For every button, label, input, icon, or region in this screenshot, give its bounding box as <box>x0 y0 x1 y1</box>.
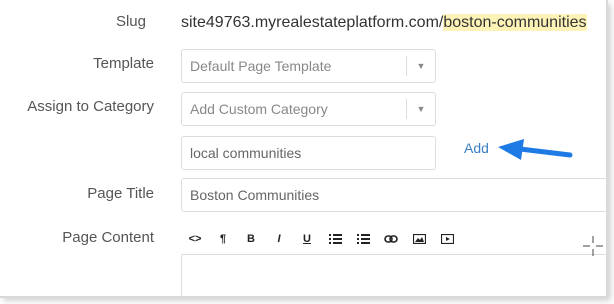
image-icon <box>412 234 426 244</box>
page-title-input[interactable]: Boston Communities <box>181 178 606 212</box>
italic-button[interactable]: I <box>265 227 293 251</box>
slug-path-highlight: boston-communities <box>443 14 587 31</box>
category-select[interactable]: Add Custom Category ▼ <box>181 92 436 126</box>
crosshair-cursor-icon <box>583 236 603 256</box>
paragraph-button[interactable]: ¶ <box>209 227 237 251</box>
template-label: Template <box>93 55 154 72</box>
code-view-button[interactable]: <> <box>181 227 209 251</box>
category-select-value: Add Custom Category <box>190 101 328 117</box>
slug-domain: site49763.myrealestateplatform.com/ <box>181 14 444 31</box>
bullet-list-icon <box>328 234 342 244</box>
page-content-editor[interactable] <box>181 254 606 296</box>
page-content-label: Page Content <box>62 229 154 246</box>
bold-button[interactable]: B <box>237 227 265 251</box>
slug-value: site49763.myrealestateplatform.com/bosto… <box>181 14 587 32</box>
chevron-down-icon[interactable]: ▼ <box>406 56 435 76</box>
numbered-list-icon <box>356 234 370 244</box>
underline-button[interactable]: U <box>293 227 321 251</box>
numbered-list-button[interactable] <box>349 227 377 251</box>
link-button[interactable] <box>377 227 405 251</box>
annotation-arrow-icon <box>498 139 573 160</box>
pilcrow-icon: ¶ <box>219 233 227 245</box>
slug-label: Slug <box>115 13 146 30</box>
category-label: Assign to Category <box>27 98 154 115</box>
chevron-down-icon[interactable]: ▼ <box>406 99 435 119</box>
page-settings-form: Slug site49763.myrealestateplatform.com/… <box>0 0 608 298</box>
custom-category-value: local communities <box>190 145 302 161</box>
video-icon <box>440 234 454 244</box>
italic-icon: I <box>277 233 281 245</box>
underline-icon: U <box>303 233 311 245</box>
page-title-value: Boston Communities <box>190 187 320 203</box>
page-title-label: Page Title <box>87 185 154 202</box>
bullet-list-button[interactable] <box>321 227 349 251</box>
code-icon: <> <box>188 233 202 245</box>
link-icon <box>384 235 398 243</box>
add-category-link[interactable]: Add <box>464 140 489 156</box>
custom-category-input[interactable]: local communities <box>181 136 436 170</box>
template-select-value: Default Page Template <box>190 58 332 74</box>
editor-toolbar: <> ¶ B I U <box>181 226 507 252</box>
bold-icon: B <box>247 233 255 245</box>
video-button[interactable] <box>433 227 461 251</box>
image-button[interactable] <box>405 227 433 251</box>
template-select[interactable]: Default Page Template ▼ <box>181 49 436 83</box>
